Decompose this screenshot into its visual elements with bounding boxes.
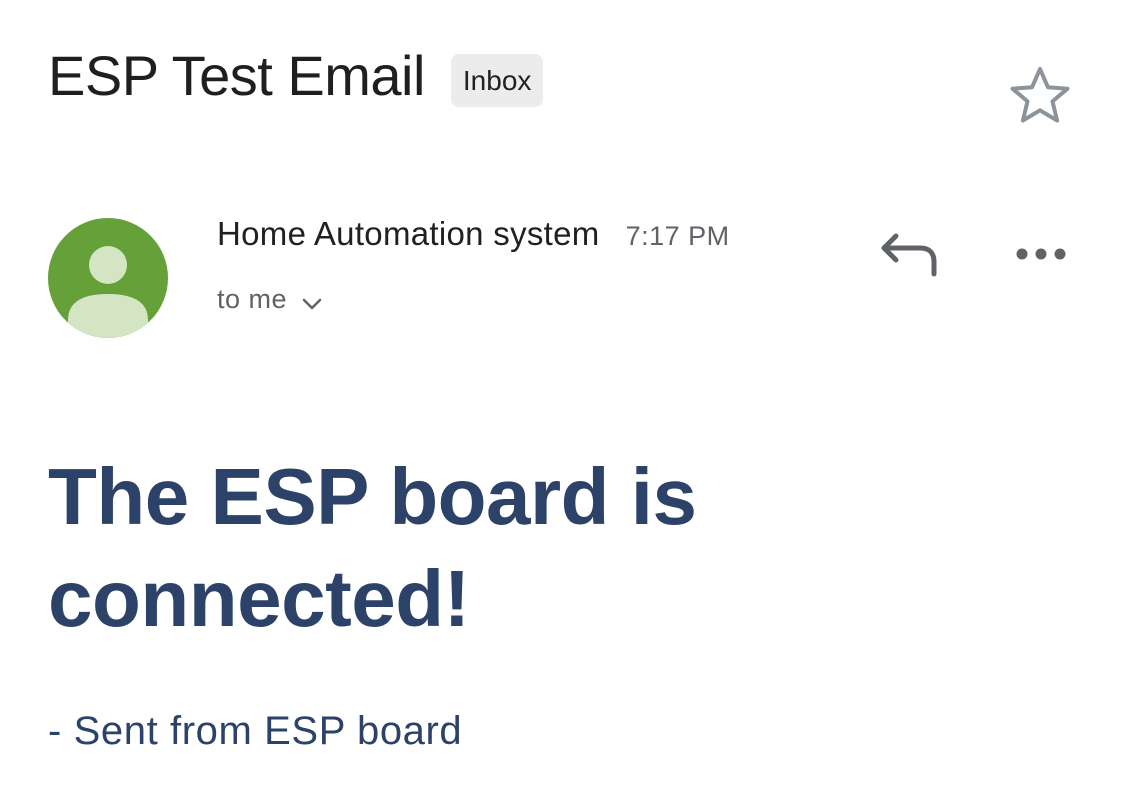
more-horizontal-icon [1016, 248, 1066, 260]
recipient-details-toggle[interactable]: to me [217, 284, 323, 315]
person-avatar-icon [68, 246, 148, 338]
sent-time: 7:17 PM [625, 221, 730, 251]
reply-icon [881, 233, 937, 277]
email-subject: ESP Test Email [48, 44, 425, 107]
sender-avatar[interactable] [48, 218, 168, 338]
email-body-signature: - Sent from ESP board [48, 709, 463, 753]
star-button[interactable] [1008, 64, 1072, 128]
reply-button[interactable] [876, 226, 942, 282]
sender-name[interactable]: Home Automation system [217, 211, 600, 257]
sender-info: Home Automation system 7:17 PM [217, 211, 730, 257]
inbox-label-chip[interactable]: Inbox [450, 53, 544, 107]
email-header: ESP Test Email Inbox [48, 40, 544, 112]
email-body-heading: The ESP board is connected! [48, 452, 697, 643]
star-outline-icon [1010, 67, 1070, 123]
more-options-button[interactable] [1010, 236, 1072, 272]
recipient-label: to me [217, 284, 288, 314]
chevron-down-icon [302, 298, 322, 309]
